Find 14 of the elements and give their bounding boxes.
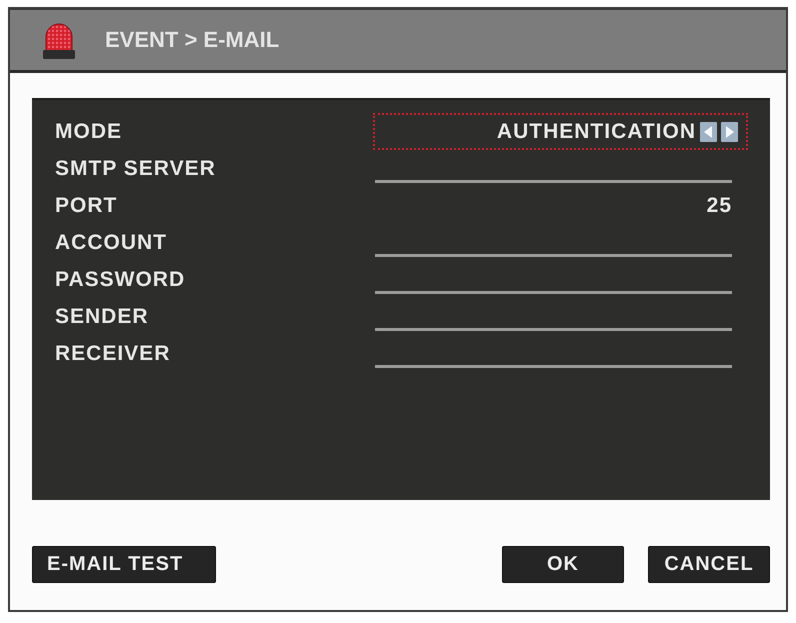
mode-selector[interactable]: AUTHENTICATION bbox=[373, 113, 748, 150]
field-label: ACCOUNT bbox=[55, 230, 167, 254]
field-label: RECEIVER bbox=[55, 342, 170, 366]
email-test-button[interactable]: E-MAIL TEST bbox=[32, 546, 216, 583]
field-label: SENDER bbox=[55, 304, 149, 328]
port-value[interactable]: 25 bbox=[373, 187, 748, 224]
ok-button[interactable]: OK bbox=[502, 546, 624, 583]
field-label: SMTP SERVER bbox=[55, 156, 216, 180]
cancel-button[interactable]: CANCEL bbox=[648, 546, 770, 583]
field-label: PORT bbox=[55, 194, 118, 218]
dome-light-icon bbox=[43, 21, 75, 59]
window-title: EVENT > E-MAIL bbox=[105, 27, 280, 53]
field-label: MODE bbox=[55, 120, 122, 144]
field-label: PASSWORD bbox=[55, 268, 186, 292]
